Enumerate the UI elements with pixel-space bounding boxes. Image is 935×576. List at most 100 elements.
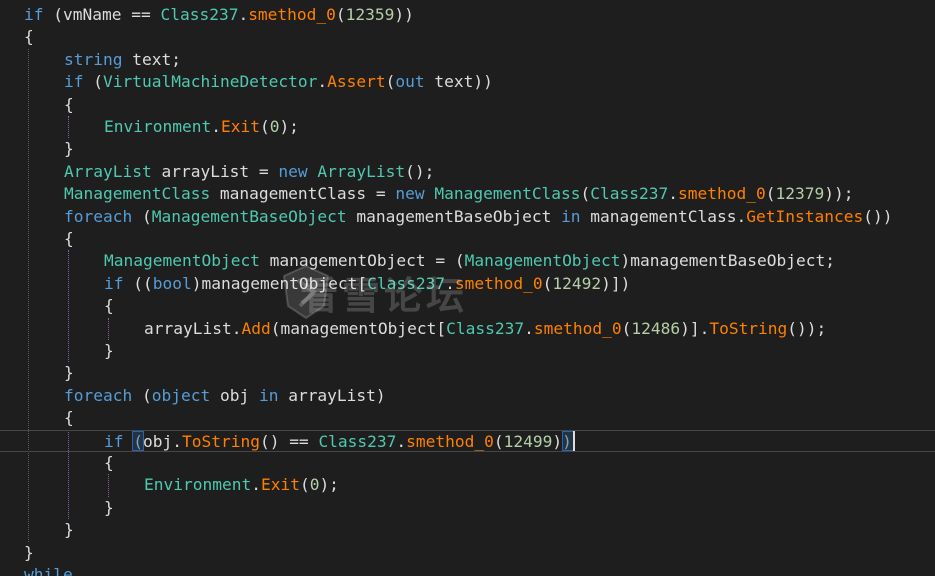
code-line[interactable]: string text;: [0, 49, 935, 71]
code-line[interactable]: ManagementClass managementClass = new Ma…: [0, 183, 935, 205]
type-token: ManagementClass: [64, 184, 211, 204]
code-line[interactable]: ArrayList arrayList = new ArrayList();: [0, 161, 935, 183]
method-token: smethod_0: [454, 273, 543, 293]
code-token: ));: [824, 184, 854, 204]
code-token: )managementObject[: [191, 273, 368, 293]
code-line-text: {: [104, 452, 114, 474]
code-token: {: [104, 296, 114, 316]
keyword-token: object: [151, 385, 211, 405]
code-line-text: }: [104, 340, 114, 362]
code-token: (: [43, 5, 63, 24]
keyword-token: if: [24, 5, 44, 24]
code-line-text: if (VirtualMachineDetector.Assert(out te…: [64, 71, 493, 93]
method-token: Assert: [327, 72, 386, 92]
code-line[interactable]: {: [0, 228, 935, 250]
keyword-token: string: [64, 49, 123, 69]
bracket-match-open: [132, 430, 145, 451]
keyword-token: out: [395, 72, 425, 92]
code-line-text: if (vmName == Class237.smethod_0(12359)): [24, 4, 414, 26]
code-token: (: [83, 72, 103, 92]
code-line-text: Environment.Exit(0);: [144, 474, 339, 496]
keyword-token: if: [104, 431, 124, 451]
code-token: {: [104, 453, 114, 472]
code-token: .: [251, 475, 261, 495]
type-token: Class237: [160, 5, 239, 24]
code-line[interactable]: ManagementObject managementObject = (Man…: [0, 250, 935, 272]
code-line[interactable]: }: [0, 519, 935, 541]
type-token: Class237: [590, 184, 669, 204]
code-line[interactable]: {: [0, 26, 935, 48]
code-token: ()): [863, 206, 893, 226]
keyword-token: bool: [152, 273, 192, 293]
type-token: Environment: [144, 475, 252, 495]
code-line[interactable]: }: [0, 497, 935, 519]
code-line[interactable]: if (VirtualMachineDetector.Assert(out te…: [0, 71, 935, 93]
code-token: }: [64, 520, 74, 540]
type-token: Environment: [104, 117, 212, 136]
code-token: }: [104, 497, 114, 517]
code-line[interactable]: {: [0, 295, 935, 317]
code-token: managementObject = (: [259, 251, 465, 271]
code-token: arrayList.: [144, 318, 242, 338]
code-token: );: [279, 117, 299, 136]
code-line-text: {: [104, 295, 114, 317]
code-token: ());: [787, 318, 827, 338]
code-token: text)): [424, 72, 493, 92]
code-token: (: [259, 117, 270, 136]
code-token: .: [211, 117, 221, 136]
code-token: (managementObject[: [270, 318, 447, 338]
code-line[interactable]: while: [0, 564, 935, 576]
code-token: .: [238, 5, 249, 24]
number-token: 12379: [775, 184, 825, 204]
code-line[interactable]: }: [0, 138, 935, 160]
code-token: (: [299, 475, 310, 495]
keyword-token: in: [258, 385, 279, 405]
code-token: (: [493, 431, 504, 451]
code-token: }: [104, 341, 114, 360]
code-token: managementClass =: [210, 184, 396, 204]
code-line[interactable]: if (vmName == Class237.smethod_0(12359)): [0, 4, 935, 26]
method-token: smethod_0: [248, 5, 336, 24]
code-line[interactable]: }: [0, 542, 935, 564]
code-line-text: }: [64, 362, 74, 384]
code-token: (: [335, 5, 346, 24]
number-token: 12492: [552, 273, 602, 293]
type-token: Class237: [318, 431, 397, 451]
code-line[interactable]: if ((bool)managementObject[Class237.smet…: [0, 273, 935, 295]
code-line-text: string text;: [64, 49, 181, 71]
code-token: vmName: [63, 5, 122, 24]
code-token: }: [24, 542, 34, 562]
code-line[interactable]: {: [0, 452, 935, 474]
keyword-token: foreach: [64, 206, 133, 226]
type-token: ManagementBaseObject: [151, 206, 347, 226]
code-line[interactable]: foreach (object obj in arrayList): [0, 385, 935, 407]
code-token: );: [319, 475, 339, 495]
code-token: ();: [405, 161, 435, 181]
code-line[interactable]: {: [0, 407, 935, 429]
code-token: .: [668, 184, 679, 204]
code-line[interactable]: Environment.Exit(0);: [0, 474, 935, 496]
code-line[interactable]: foreach (ManagementBaseObject management…: [0, 206, 935, 228]
method-token: smethod_0: [678, 184, 766, 204]
code-line-text: }: [64, 519, 74, 541]
code-line[interactable]: }: [0, 340, 935, 362]
code-line[interactable]: {: [0, 94, 935, 116]
code-line-text: arrayList.Add(managementObject[Class237.…: [144, 318, 826, 340]
code-token: .: [524, 318, 534, 338]
code-token: arrayList =: [151, 161, 279, 181]
code-line[interactable]: }: [0, 362, 935, 384]
code-line-text: {: [64, 228, 74, 250]
code-line-text: while: [24, 564, 73, 576]
code-line[interactable]: arrayList.Add(managementObject[Class237.…: [0, 318, 935, 340]
code-line-text: {: [64, 94, 74, 116]
code-line[interactable]: Environment.Exit(0);: [0, 116, 935, 138]
code-line-text: ManagementClass managementClass = new Ma…: [64, 183, 853, 205]
code-token: (: [132, 385, 152, 405]
code-line-text: if (obj.ToString() == Class237.smethod_0…: [104, 431, 572, 453]
code-editor[interactable]: if (vmName == Class237.smethod_0(12359))…: [0, 0, 935, 576]
keyword-token: in: [561, 206, 581, 226]
number-token: 12499: [503, 431, 553, 451]
text-caret: [572, 430, 575, 451]
